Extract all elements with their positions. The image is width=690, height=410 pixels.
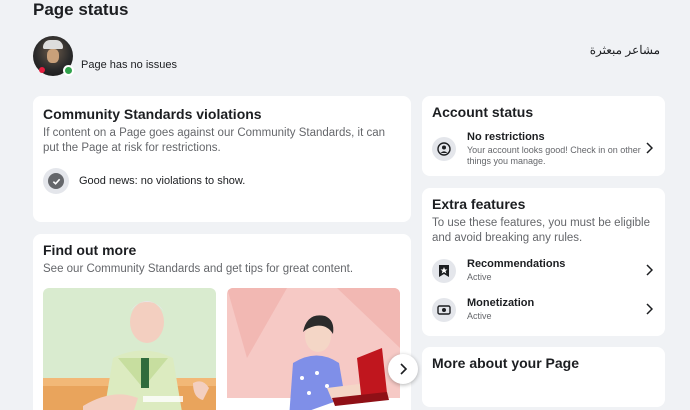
tip-illustration-woman-laptop[interactable] <box>227 288 400 410</box>
violations-description: If content on a Page goes against our Co… <box>43 127 386 154</box>
chevron-right-icon <box>643 263 655 279</box>
feature-row-recommendations[interactable]: Recommendations Active <box>432 258 655 283</box>
account-status-card: Account status No restrictions Your acco… <box>422 96 665 176</box>
chevron-right-icon <box>400 363 408 375</box>
violations-card: Community Standards violations If conten… <box>33 96 411 222</box>
page-health-status: Page has no issues <box>81 59 178 71</box>
online-status-icon <box>63 65 74 76</box>
find-out-more-title: Find out more <box>43 242 137 258</box>
recommendations-icon <box>432 258 456 283</box>
account-icon <box>432 137 456 161</box>
find-out-more-card: Find out more See our Community Standard… <box>33 234 418 410</box>
no-restrictions-description: Your account looks good! Check in on oth… <box>467 145 641 166</box>
extra-features-description: To use these features, you must be eligi… <box>432 217 650 244</box>
more-about-page-title: More about your Page <box>432 355 580 371</box>
carousel-next-button[interactable] <box>388 354 418 384</box>
chevron-right-icon <box>643 302 655 318</box>
feature-label: Monetization <box>467 297 535 309</box>
check-circle-icon <box>43 168 69 194</box>
profile-summary: Page has no issues <box>33 36 177 76</box>
avatar[interactable] <box>33 36 74 76</box>
extra-features-card: Extra features To use these features, yo… <box>422 188 665 336</box>
tip-illustration-elderly-man[interactable] <box>43 288 216 410</box>
chevron-right-icon <box>643 141 655 157</box>
no-violations-row: Good news: no violations to show. <box>43 168 401 194</box>
page-title: Page status <box>33 0 129 19</box>
no-restrictions-label: No restrictions <box>467 131 545 143</box>
feature-row-monetization[interactable]: Monetization Active <box>432 297 655 322</box>
account-status-title: Account status <box>432 104 534 120</box>
money-icon <box>432 297 456 322</box>
more-about-page-card: More about your Page <box>422 347 665 407</box>
no-restrictions-row[interactable]: No restrictions Your account looks good!… <box>432 131 655 167</box>
violations-title: Community Standards violations <box>43 106 262 122</box>
find-out-more-description: See our Community Standards and get tips… <box>43 263 354 275</box>
feature-status: Active <box>467 272 492 282</box>
page-name[interactable]: مشاعر مبعثرة <box>590 43 660 57</box>
feature-label: Recommendations <box>467 258 566 270</box>
feature-status: Active <box>467 311 492 321</box>
extra-features-title: Extra features <box>432 196 526 212</box>
no-violations-text: Good news: no violations to show. <box>79 175 246 187</box>
